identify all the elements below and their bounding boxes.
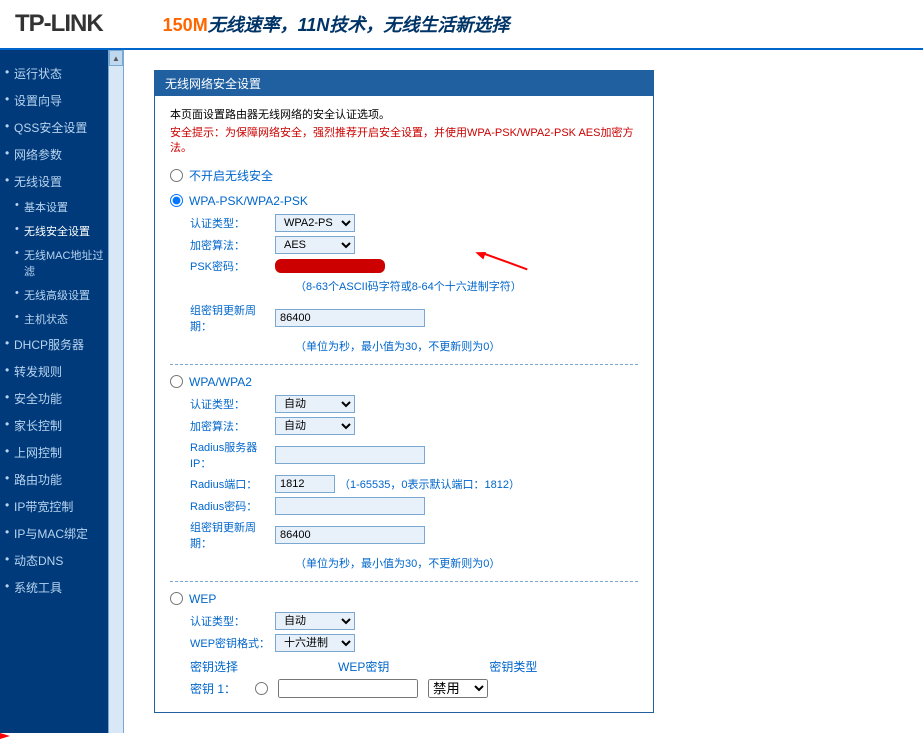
lbl-key1: 密钥 1： — [190, 680, 245, 697]
select-cipher[interactable]: AES — [275, 236, 355, 254]
lbl-wepfmt: WEP密钥格式： — [190, 635, 275, 651]
nav-dhcp[interactable]: DHCP服务器 — [0, 331, 108, 358]
nav-access[interactable]: 上网控制 — [0, 439, 108, 466]
nav-security[interactable]: 安全功能 — [0, 385, 108, 412]
hdr-keytype: 密钥类型 — [489, 658, 537, 675]
nav-ipmac[interactable]: IP与MAC绑定 — [0, 520, 108, 547]
lbl-group2: 组密钥更新周期： — [190, 519, 275, 551]
annotation-arrow-sidebar-icon — [0, 733, 923, 739]
nav-wireless-advanced[interactable]: 无线高级设置 — [0, 283, 108, 307]
nav-status[interactable]: 运行状态 — [0, 60, 108, 87]
nav-wizard[interactable]: 设置向导 — [0, 87, 108, 114]
lbl-auth3: 认证类型： — [190, 613, 275, 629]
input-radius-port[interactable] — [275, 475, 335, 493]
scroll-up-icon[interactable]: ▲ — [109, 50, 123, 66]
select-wpa-auth[interactable]: 自动 — [275, 395, 355, 413]
hint-group: （单位为秒，最小值为30，不更新则为0） — [190, 338, 638, 354]
radio-key1[interactable] — [255, 682, 268, 695]
select-wep-format[interactable]: 十六进制 — [275, 634, 355, 652]
hint-psk: （8-63个ASCII码字符或8-64个十六进制字符） — [190, 278, 638, 294]
input-group-period2[interactable] — [275, 526, 425, 544]
nav-wireless[interactable]: 无线设置 — [0, 168, 108, 195]
nav-wireless-basic[interactable]: 基本设置 — [0, 195, 108, 219]
radio-wpa[interactable] — [170, 375, 183, 388]
app-header: TP-LINK 150M无线速率，11N技术，无线生活新选择 — [0, 0, 923, 50]
panel-title: 无线网络安全设置 — [155, 71, 653, 96]
select-auth-type[interactable]: WPA2-PS — [275, 214, 355, 232]
lbl-group: 组密钥更新周期： — [190, 302, 275, 334]
nav-qss[interactable]: QSS安全设置 — [0, 114, 108, 141]
nav-system[interactable]: 系统工具 — [0, 574, 108, 601]
opt-wep[interactable]: WEP — [170, 592, 638, 606]
scrollbar[interactable]: ▲ — [108, 50, 124, 733]
input-group-period[interactable] — [275, 309, 425, 327]
select-wpa-cipher[interactable]: 自动 — [275, 417, 355, 435]
lbl-radius-pw: Radius密码： — [190, 498, 275, 514]
hint-group2: （单位为秒，最小值为30，不更新则为0） — [190, 555, 638, 571]
lbl-psk: PSK密码： — [190, 258, 275, 274]
hdr-keysel: 密钥选择 — [190, 658, 238, 675]
radio-wep[interactable] — [170, 592, 183, 605]
lbl-cipher2: 加密算法： — [190, 418, 275, 434]
settings-panel: 无线网络安全设置 本页面设置路由器无线网络的安全认证选项。 安全提示：为保障网络… — [154, 70, 654, 713]
content-area: 无线网络安全设置 本页面设置路由器无线网络的安全认证选项。 安全提示：为保障网络… — [124, 50, 923, 733]
nav-bandwidth[interactable]: IP带宽控制 — [0, 493, 108, 520]
nav-wireless-hosts[interactable]: 主机状态 — [0, 307, 108, 331]
hint-port: （1-65535，0表示默认端口：1812） — [339, 476, 520, 492]
divider — [170, 364, 638, 365]
radio-wpapsk[interactable] — [170, 194, 183, 207]
nav-ddns[interactable]: 动态DNS — [0, 547, 108, 574]
select-key1-type[interactable]: 禁用 — [428, 679, 488, 698]
tagline: 150M无线速率，11N技术，无线生活新选择 — [163, 11, 510, 37]
lbl-auth2: 认证类型： — [190, 396, 275, 412]
brand-logo: TP-LINK — [15, 10, 103, 38]
opt-disable-security[interactable]: 不开启无线安全 — [170, 167, 638, 184]
input-radius-ip[interactable] — [275, 446, 425, 464]
input-radius-pw[interactable] — [275, 497, 425, 515]
security-warning: 安全提示：为保障网络安全，强烈推荐开启安全设置，并使用WPA-PSK/WPA2-… — [170, 126, 638, 157]
panel-desc: 本页面设置路由器无线网络的安全认证选项。 — [170, 106, 638, 122]
nav-wireless-mac[interactable]: 无线MAC地址过滤 — [0, 243, 108, 283]
psk-password-redacted — [275, 259, 385, 273]
nav-network[interactable]: 网络参数 — [0, 141, 108, 168]
lbl-cipher: 加密算法： — [190, 237, 275, 253]
select-wep-auth[interactable]: 自动 — [275, 612, 355, 630]
nav-forward[interactable]: 转发规则 — [0, 358, 108, 385]
nav-routing[interactable]: 路由功能 — [0, 466, 108, 493]
hdr-wepkey: WEP密钥 — [338, 658, 389, 675]
input-wep-key1[interactable] — [278, 679, 418, 698]
lbl-auth: 认证类型： — [190, 215, 275, 231]
opt-wpa[interactable]: WPA/WPA2 — [170, 375, 638, 389]
lbl-radius-ip: Radius服务器IP： — [190, 439, 275, 471]
radio-disable[interactable] — [170, 169, 183, 182]
nav-wireless-security[interactable]: 无线安全设置 — [0, 219, 108, 243]
lbl-radius-port: Radius端口： — [190, 476, 275, 492]
opt-wpa-psk[interactable]: WPA-PSK/WPA2-PSK — [170, 194, 638, 208]
nav-parental[interactable]: 家长控制 — [0, 412, 108, 439]
divider2 — [170, 581, 638, 582]
sidebar-nav: 运行状态 设置向导 QSS安全设置 网络参数 无线设置 基本设置 无线安全设置 … — [0, 50, 108, 733]
